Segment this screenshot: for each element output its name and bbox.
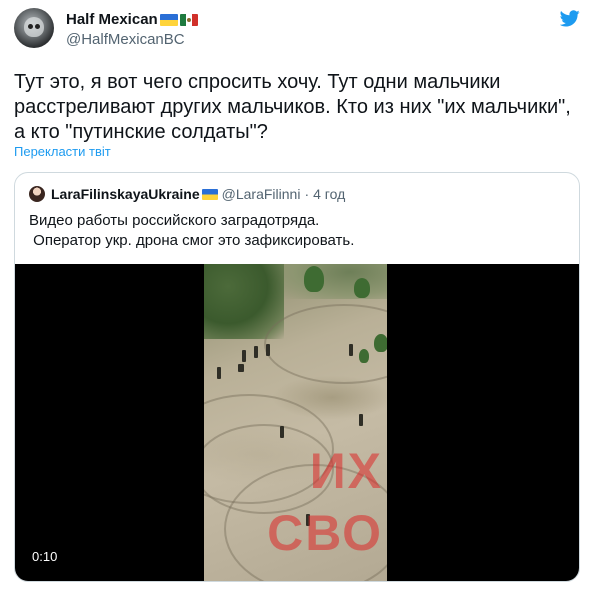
tweet-text: Тут это, я вот чего спросить хочу. Тут о…: [14, 71, 571, 143]
translate-tweet-link[interactable]: Перекласти твіт: [14, 144, 111, 159]
avatar-skull-shape: [24, 17, 44, 37]
figure: [242, 350, 246, 362]
video-player[interactable]: ИХ СВО 0:10: [15, 264, 579, 581]
figure: [217, 367, 221, 379]
author-name-text[interactable]: Half Mexican: [66, 11, 158, 28]
figure: [359, 414, 363, 426]
quoted-author-name[interactable]: LaraFilinskayaUkraine: [51, 186, 200, 202]
separator-dot: ·: [304, 186, 310, 202]
figure: [238, 364, 244, 372]
ukraine-flag-icon: [201, 188, 218, 200]
quoted-tweet-time[interactable]: 4 год: [313, 186, 345, 202]
figure: [254, 346, 258, 358]
quoted-tweet-header: LaraFilinskayaUkraine @LaraFilinni · 4 г…: [51, 186, 345, 202]
video-frame: ИХ СВО: [204, 264, 387, 581]
mexico-flag-icon: [179, 13, 198, 26]
author-name[interactable]: Half Mexican: [66, 11, 198, 28]
quoted-tweet[interactable]: LaraFilinskayaUkraine @LaraFilinni · 4 г…: [14, 172, 580, 582]
tree: [304, 266, 324, 292]
figure: [266, 344, 270, 356]
tree: [354, 278, 370, 298]
video-overlay-text-2: СВО: [267, 505, 383, 561]
quoted-author-avatar[interactable]: [29, 186, 45, 202]
forest-area-top: [284, 264, 387, 299]
ukraine-flag-icon: [159, 13, 178, 26]
avatar-eye-right: [35, 24, 40, 29]
twitter-bird-icon[interactable]: [560, 10, 580, 27]
video-timestamp: 0:10: [32, 549, 58, 564]
author-avatar[interactable]: [14, 8, 54, 48]
quoted-author-handle[interactable]: @LaraFilinni: [222, 186, 301, 202]
figure: [280, 426, 284, 438]
avatar-eye-left: [28, 24, 33, 29]
figure: [349, 344, 353, 356]
tweet-card: Half Mexican @HalfMexicanBC Тут это, я в…: [0, 0, 600, 603]
author-handle[interactable]: @HalfMexicanBC: [66, 31, 185, 48]
quoted-tweet-text: Видео работы российского заградотряда. О…: [29, 212, 355, 249]
video-overlay-text-1: ИХ: [309, 443, 383, 499]
